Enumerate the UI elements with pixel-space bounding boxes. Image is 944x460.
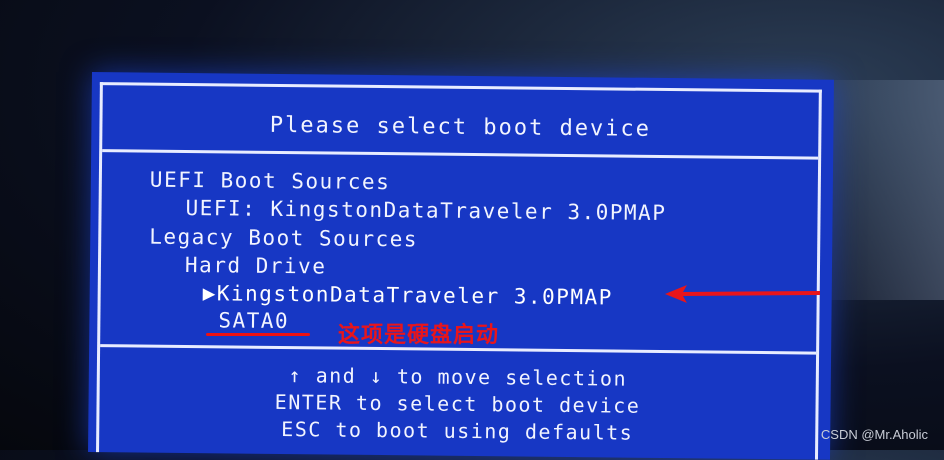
page-title: Please select boot device — [269, 112, 652, 142]
footer-hint-esc: ESC to boot using defaults — [281, 417, 634, 445]
boot-section-uefi: UEFI Boot Sources — [149, 167, 391, 195]
bios-screen: Please select boot device UEFI Boot Sour… — [88, 72, 834, 460]
boot-option-legacy-kingston[interactable]: ▶KingstonDataTraveler 3.0PMAP — [203, 281, 613, 309]
title-divider — [102, 149, 819, 160]
boot-section-legacy: Legacy Boot Sources — [149, 224, 419, 252]
watermark: CSDN @Mr.Aholic — [820, 427, 928, 442]
boot-option-sata0[interactable]: SATA0 — [218, 308, 289, 333]
boot-menu-frame: Please select boot device UEFI Boot Sour… — [96, 82, 822, 460]
boot-group-hard-drive: Hard Drive — [184, 252, 327, 279]
red-underline-annotation — [206, 333, 310, 336]
red-arrow-annotation — [665, 285, 820, 303]
footer-hint-move: ↑ and ↓ to move selection — [288, 363, 628, 391]
annotation-text: 这项是硬盘启动 — [338, 323, 500, 348]
boot-option-uefi-kingston[interactable]: UEFI: KingstonDataTraveler 3.0PMAP — [185, 196, 666, 225]
footer-hint-enter: ENTER to select boot device — [274, 389, 641, 418]
